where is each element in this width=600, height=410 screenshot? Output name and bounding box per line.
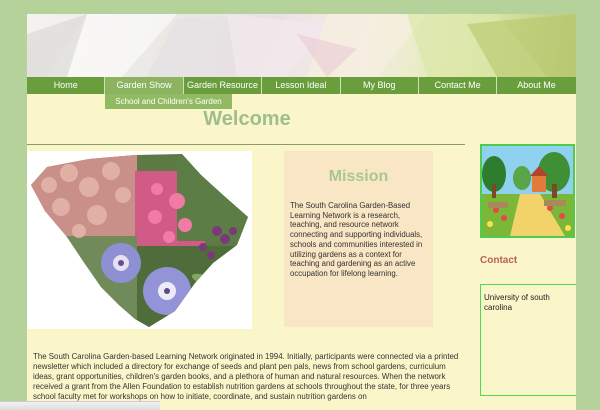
- south-carolina-flower-map-image: [27, 151, 252, 329]
- header-banner: [27, 14, 576, 77]
- nav-about-me[interactable]: About Me: [497, 77, 575, 94]
- contact-text: University of south carolina: [484, 293, 550, 312]
- contact-box: University of south carolina: [480, 284, 576, 396]
- intro-paragraph: The South Carolina Garden-based Learning…: [33, 352, 459, 401]
- title-divider: [27, 144, 465, 145]
- submenu-school-childrens-garden[interactable]: School and Children's Garden: [105, 94, 232, 109]
- nav-lesson-ideal[interactable]: Lesson Ideal: [262, 77, 341, 94]
- main-nav: Home Garden Show Garden Resource Lesson …: [27, 77, 576, 94]
- contact-heading: Contact: [480, 255, 518, 266]
- garden-path-image: [480, 144, 575, 238]
- mission-heading: Mission: [328, 168, 389, 185]
- horizontal-scrollbar[interactable]: [0, 401, 160, 410]
- nav-garden-show[interactable]: Garden Show: [105, 77, 184, 94]
- nav-home[interactable]: Home: [27, 77, 106, 94]
- nav-contact-me[interactable]: Contact Me: [419, 77, 498, 94]
- page-content: Home Garden Show Garden Resource Lesson …: [27, 14, 576, 410]
- nav-my-blog[interactable]: My Blog: [341, 77, 419, 94]
- page-title: Welcome: [203, 108, 291, 130]
- nav-garden-resource[interactable]: Garden Resource: [184, 77, 263, 94]
- mission-panel: Mission The South Carolina Garden-Based …: [284, 151, 433, 327]
- mission-text: The South Carolina Garden-Based Learning…: [290, 201, 423, 278]
